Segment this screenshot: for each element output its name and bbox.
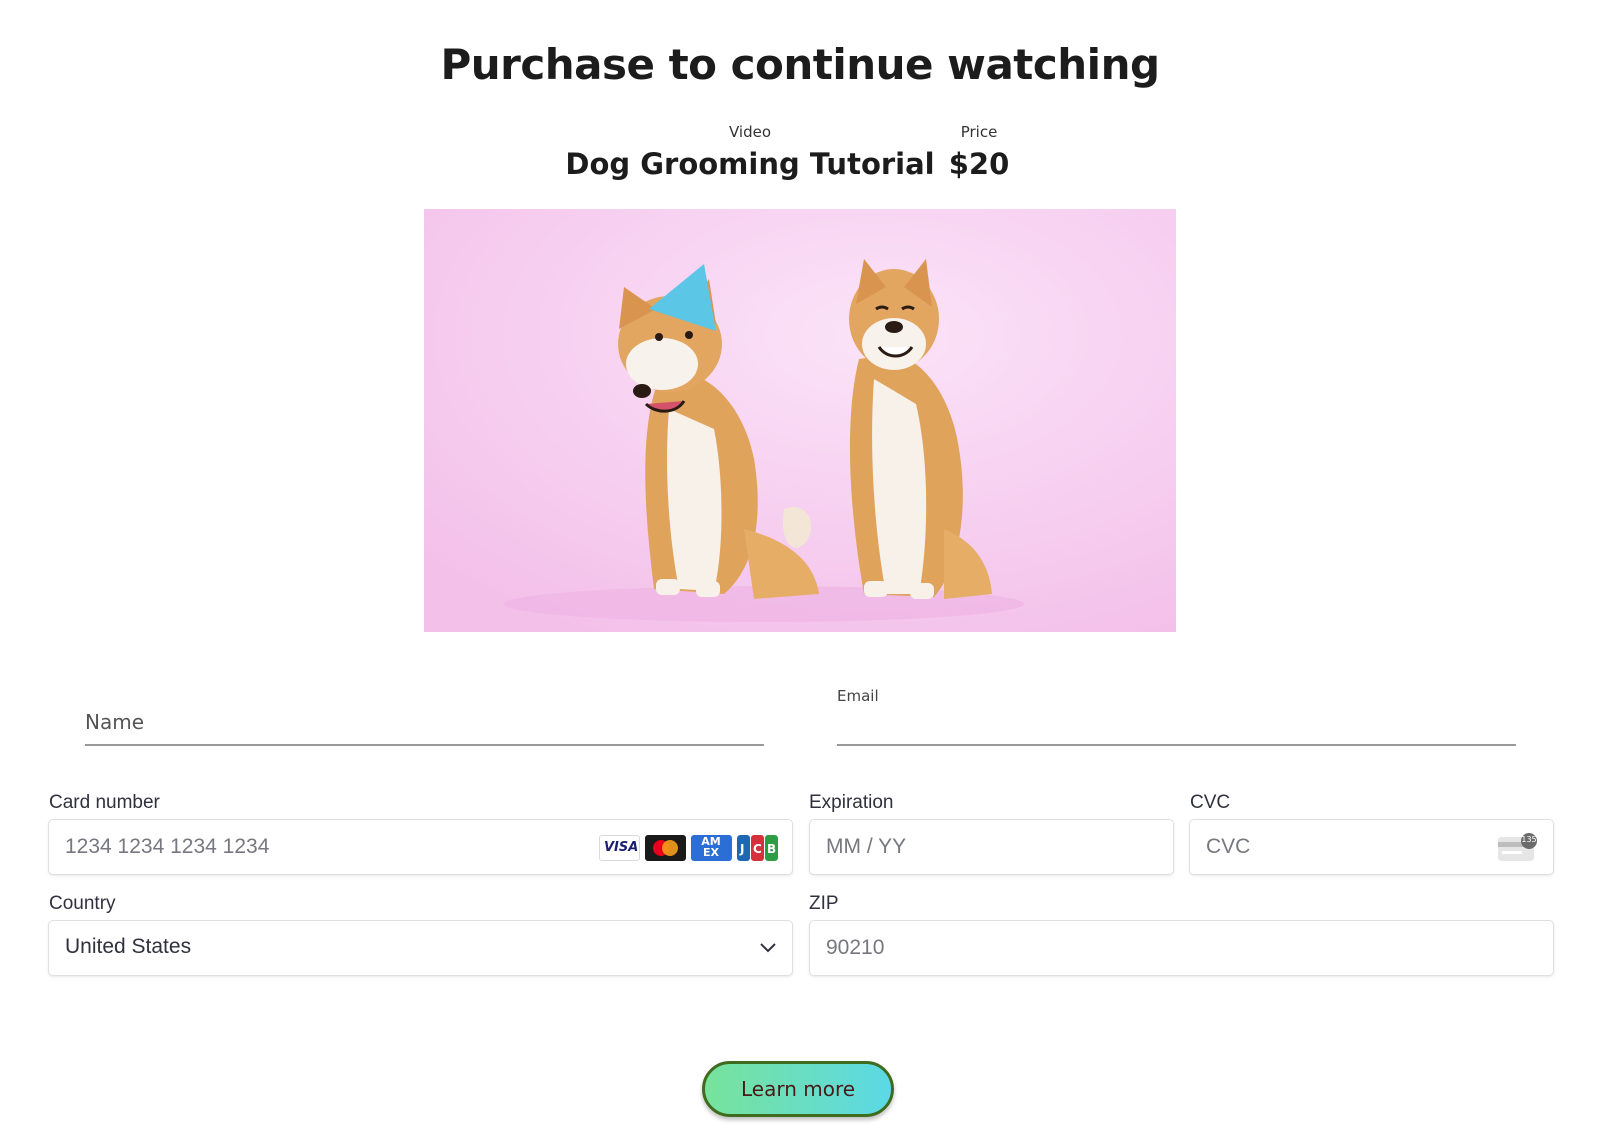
video-name: Dog Grooming Tutorial [565, 147, 935, 181]
expiration-label: Expiration [809, 792, 894, 813]
cvc-input[interactable] [1206, 820, 1476, 874]
zip-input[interactable] [826, 921, 1526, 975]
visa-icon: VISA [599, 835, 640, 861]
svg-text:B: B [767, 842, 776, 856]
mastercard-icon [645, 835, 686, 861]
card-number-input[interactable] [65, 820, 585, 874]
zip-label: ZIP [809, 893, 839, 914]
price-value: $20 [948, 147, 1010, 181]
name-placeholder: Name [85, 710, 145, 734]
expiration-input[interactable] [826, 820, 1156, 874]
zip-box[interactable] [809, 920, 1554, 976]
card-number-label: Card number [49, 792, 160, 813]
cvc-box[interactable]: 135 [1189, 819, 1554, 875]
email-label: Email [837, 687, 879, 705]
jcb-icon: J C B [737, 835, 778, 861]
email-field[interactable] [837, 712, 1516, 746]
video-label: Video [728, 123, 772, 141]
card-number-box[interactable]: VISA AMEX J C B [48, 819, 793, 875]
video-thumbnail[interactable] [424, 209, 1176, 632]
page-title: Purchase to continue watching [440, 40, 1160, 89]
learn-more-button[interactable]: Learn more [702, 1061, 894, 1117]
svg-text:J: J [739, 842, 744, 856]
amex-icon: AM EX [691, 835, 732, 861]
expiration-box[interactable] [809, 819, 1174, 875]
price-label: Price [960, 123, 998, 141]
learn-more-label: Learn more [740, 1077, 856, 1101]
country-label: Country [49, 893, 116, 914]
cvc-card-icon: 135 [1496, 832, 1538, 862]
chevron-down-icon [760, 943, 776, 953]
name-field[interactable]: Name [85, 700, 764, 746]
country-select[interactable]: United States [48, 920, 793, 976]
shiba-dogs-image [424, 209, 1176, 632]
country-value: United States [65, 935, 192, 958]
cvc-label: CVC [1190, 792, 1231, 813]
svg-text:C: C [753, 842, 762, 856]
